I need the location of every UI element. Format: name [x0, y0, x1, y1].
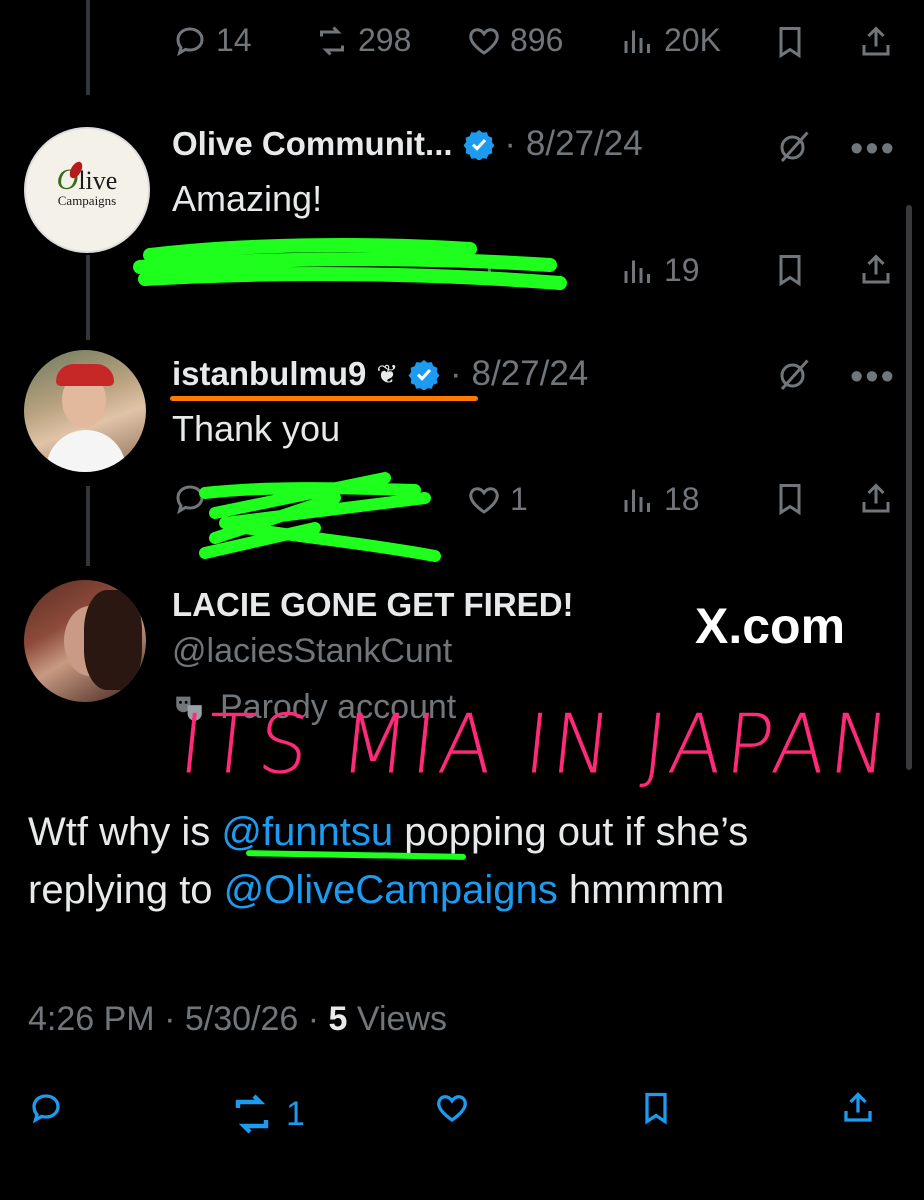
reply2-like-count: 1: [510, 481, 528, 517]
thread-line-mid: [86, 255, 90, 340]
reply1-display-name[interactable]: Olive Communit...: [172, 125, 453, 163]
main-text-post: hmmmm: [557, 868, 725, 912]
share-icon: [844, 1092, 872, 1122]
reply1-grok-button[interactable]: [776, 128, 812, 169]
ribbon-emoji-icon: ❦: [376, 358, 399, 389]
mention-olivecampaigns[interactable]: @OliveCampaigns: [224, 868, 558, 912]
heart-icon: [469, 486, 499, 514]
bookmark-icon: [645, 1092, 667, 1125]
reply2-like-button[interactable]: 1: [466, 481, 528, 518]
share-icon: [862, 254, 890, 284]
reply2-date[interactable]: 8/27/24: [471, 354, 588, 394]
reply2-text: Thank you: [172, 408, 341, 449]
reply1-header: Olive Communit... · 8/27/24: [172, 124, 643, 164]
scrollbar[interactable]: [906, 205, 912, 770]
reply2-share-button[interactable]: [858, 481, 894, 522]
reply1-views[interactable]: 19: [620, 252, 700, 289]
main-post-text: Wtf why is @funntsu popping out if she’s…: [28, 803, 898, 919]
verified-badge-icon: [463, 130, 495, 160]
reply2-grok-button[interactable]: [776, 356, 812, 397]
thread-line-lower: [86, 486, 90, 566]
heart-icon: [469, 27, 499, 55]
more-icon: •••: [850, 128, 896, 170]
reply2-views[interactable]: 18: [620, 481, 700, 518]
verified-badge-icon: [408, 360, 440, 390]
views-count: 20K: [664, 22, 721, 58]
grok-icon: [780, 359, 809, 391]
post-time[interactable]: 4:26 PM: [28, 1000, 155, 1038]
reply1-date[interactable]: 8/27/24: [526, 124, 643, 164]
repost-button[interactable]: 298: [314, 22, 411, 59]
green-scribble-2: [199, 472, 441, 562]
reply1-text: Amazing!: [172, 178, 323, 219]
views-count-main: 5: [328, 1000, 348, 1038]
avatar-lacie[interactable]: [24, 580, 146, 702]
like-button[interactable]: 896: [466, 22, 563, 59]
reply2-display-name[interactable]: istanbulmu9: [172, 355, 366, 393]
avatar-hair-shape: [84, 590, 142, 690]
main-text-pre: Wtf why is: [28, 810, 222, 854]
views-icon: [624, 489, 650, 512]
x-com-watermark: X.com: [695, 598, 846, 654]
bookmark-button[interactable]: [772, 24, 808, 65]
repost-icon: [235, 1094, 269, 1134]
reply-button[interactable]: 14: [172, 22, 252, 59]
thread-line-top: [86, 0, 90, 95]
heart-icon: [437, 1095, 467, 1122]
reply1-more-button[interactable]: •••: [850, 128, 896, 171]
main-repost-count: 1: [286, 1094, 305, 1133]
olive-logo: Olive Campaigns: [56, 163, 118, 208]
green-scribble-1: [133, 238, 567, 290]
main-reply-button[interactable]: [28, 1090, 64, 1131]
repost-icon: [320, 25, 344, 56]
main-bookmark-button[interactable]: [638, 1090, 674, 1131]
like-count: 896: [510, 22, 564, 58]
timestamp-row: 4:26 PM · 5/30/26 · 5 Views: [28, 1000, 448, 1038]
bookmark-icon: [779, 255, 801, 287]
share-icon: [862, 26, 890, 56]
views-icon: [624, 30, 650, 53]
views-label-main: Views: [356, 1000, 448, 1038]
post-date[interactable]: 5/30/26: [185, 1000, 298, 1038]
reply-icon: [176, 26, 204, 56]
reply2-more-button[interactable]: •••: [850, 356, 896, 399]
bookmark-icon: [779, 484, 801, 516]
share-button[interactable]: [858, 24, 894, 65]
main-like-button[interactable]: [434, 1090, 470, 1131]
main-handle[interactable]: @laciesStankCunt: [172, 632, 452, 671]
reply1-share-button[interactable]: [858, 252, 894, 293]
reply2-header: istanbulmu9 ❦ · 8/27/24: [172, 354, 589, 394]
reply1-views-count: 19: [664, 252, 700, 288]
avatar-shirt: [46, 430, 126, 472]
avatar-bandana: [56, 364, 114, 386]
repost-count: 298: [358, 22, 412, 58]
orange-underline: [170, 396, 478, 401]
mention-funntsu[interactable]: @funntsu: [221, 810, 393, 854]
reply1-bookmark-button[interactable]: [772, 252, 808, 293]
reply-icon: [32, 1094, 60, 1124]
reply-count: 14: [216, 22, 252, 58]
main-share-button[interactable]: [840, 1090, 876, 1131]
handwritten-overlay: ITS MIA IN JAPAN: [175, 697, 898, 793]
share-icon: [862, 483, 890, 513]
views-button[interactable]: 20K: [620, 22, 721, 59]
avatar-istanbulmu9[interactable]: [24, 350, 146, 472]
more-icon: •••: [850, 356, 896, 398]
reply2-views-count: 18: [664, 481, 700, 517]
main-repost-button[interactable]: 1: [228, 1090, 305, 1138]
main-display-name[interactable]: LACIE GONE GET FIRED!: [172, 586, 574, 624]
views-icon: [624, 260, 650, 283]
bookmark-icon: [779, 27, 801, 59]
reply2-bookmark-button[interactable]: [772, 481, 808, 522]
grok-icon: [780, 131, 809, 163]
